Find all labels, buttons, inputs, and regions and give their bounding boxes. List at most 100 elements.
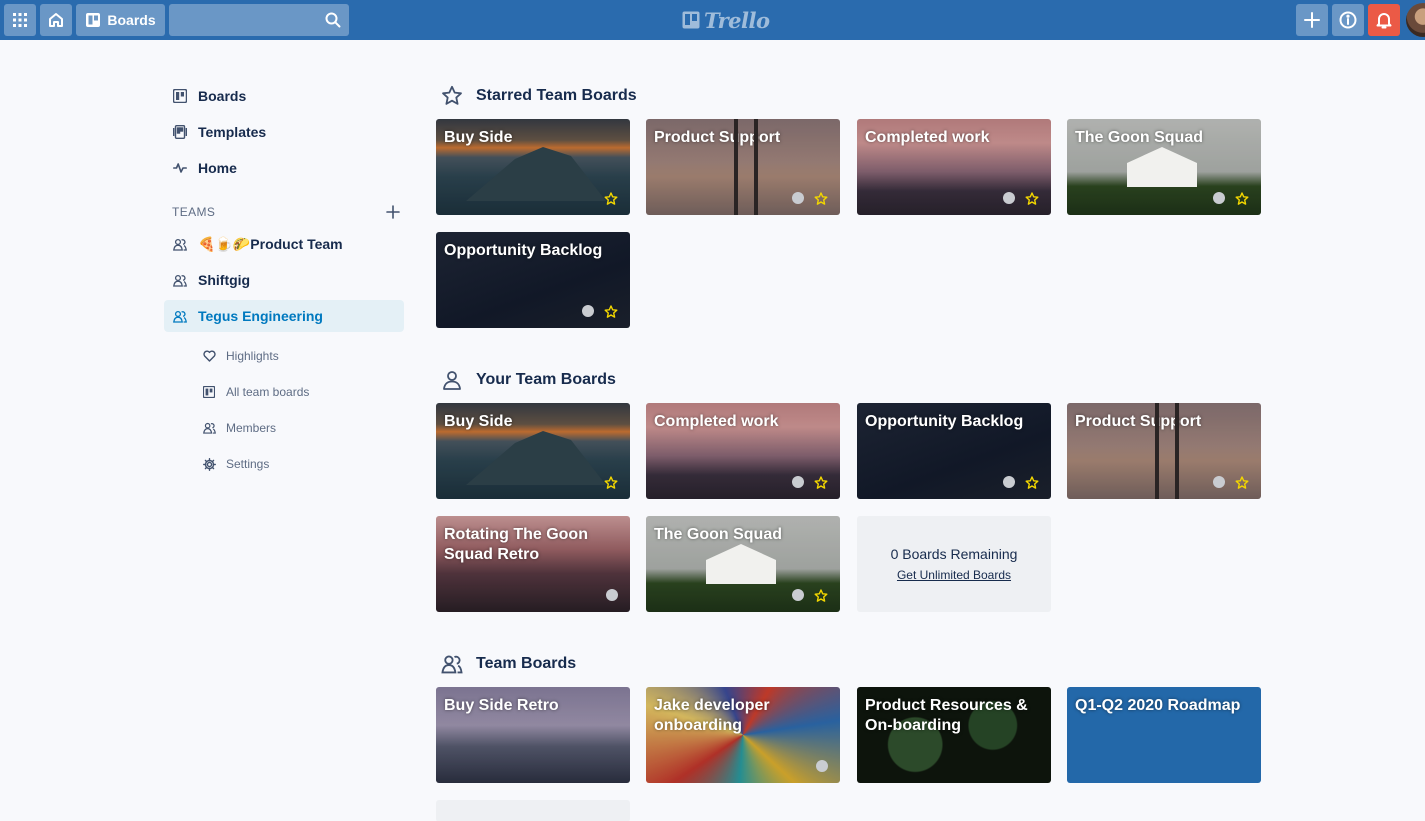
section-title: Starred Team Boards [476,87,637,104]
apps-icon [13,13,27,27]
star-filled-icon[interactable] [1025,192,1039,206]
board-tile-title: The Goon Squad [1075,129,1203,146]
board-status-dot [792,192,804,204]
get-unlimited-boards-link[interactable]: Get Unlimited Boards [897,568,1011,582]
board-tile[interactable]: Jake developer onboarding [646,687,840,783]
board-tile[interactable]: The Goon Squad [646,516,840,612]
info-icon [1339,11,1357,29]
team-boards-heading: Team Boards [440,652,576,676]
board-tile[interactable]: Opportunity Backlog [436,232,630,328]
board-tile-title: Jake developer onboarding [654,697,770,734]
sidebar-team-label: 🍕🍺🌮Product Team [198,235,343,252]
sidebar-team-product-team[interactable]: 🍕🍺🌮Product Team [164,228,404,260]
boards-button[interactable]: Boards [76,4,165,36]
search-input[interactable] [169,4,349,36]
board-tile[interactable]: Rotating The Goon Squad Retro [436,516,630,612]
create-board-tile[interactable] [436,800,630,821]
add-team-plus-icon[interactable] [385,204,401,220]
info-button[interactable] [1332,4,1364,36]
board-tile-title: Rotating The Goon Squad Retro [444,526,588,563]
apps-button[interactable] [4,4,36,36]
team-icon [440,652,464,676]
board-status-dot [792,476,804,488]
sidebar-team-label: Tegus Engineering [198,308,323,324]
your-boards-heading: Your Team Boards [440,368,616,392]
star-filled-icon[interactable] [604,476,618,490]
home-button[interactable] [40,4,72,36]
sidebar-team-shiftgig[interactable]: Shiftgig [164,264,404,296]
sidebar-item-label: Templates [198,124,267,140]
sidebar-item-templates[interactable]: Templates [164,116,404,148]
sidebar-team-label: Shiftgig [198,272,251,288]
star-filled-icon[interactable] [1025,476,1039,490]
plus-icon [1304,12,1320,28]
boards-remaining-tile: 0 Boards Remaining Get Unlimited Boards [857,516,1051,612]
board-tile-title: Product Support [654,129,781,146]
star-filled-icon[interactable] [814,192,828,206]
board-tile-title: Q1-Q2 2020 Roadmap [1075,697,1241,714]
star-filled-icon[interactable] [604,305,618,319]
board-tile[interactable]: Opportunity Backlog [857,403,1051,499]
star-filled-icon[interactable] [1235,192,1249,206]
board-tile[interactable]: Completed work [646,403,840,499]
avatar[interactable] [1406,3,1425,37]
star-filled-icon[interactable] [604,192,618,206]
person-icon [440,368,464,392]
create-button[interactable] [1296,4,1328,36]
board-tile[interactable]: Completed work [857,119,1051,215]
board-tile-title: Product Resources & On-boarding [865,697,1028,734]
star-filled-icon[interactable] [814,589,828,603]
star-filled-icon[interactable] [814,476,828,490]
boards-button-label: Boards [107,12,156,28]
team-icon [172,308,188,324]
notifications-button[interactable] [1368,4,1400,36]
team-icon [172,236,188,252]
boards-icon [202,385,216,399]
board-tile-title: Opportunity Backlog [444,242,603,259]
sidebar-item-boards[interactable]: Boards [164,80,404,112]
sidebar-item-label: Boards [198,88,247,104]
star-filled-icon[interactable] [1235,476,1249,490]
sidebar-item-home[interactable]: Home [164,152,404,184]
home-icon [49,13,63,27]
board-tile[interactable]: Product Support [646,119,840,215]
bell-icon [1376,13,1392,29]
members-icon [202,421,216,435]
team-nav-settings[interactable]: Settings [196,450,396,478]
board-tile[interactable]: Product Support [1067,403,1261,499]
board-tile[interactable]: Q1-Q2 2020 Roadmap [1067,687,1261,783]
board-status-dot [792,589,804,601]
boards-icon [86,13,101,27]
team-nav-label: Highlights [226,349,279,363]
board-status-dot [582,305,594,317]
templates-icon [172,124,188,140]
gear-icon [202,457,216,471]
search-icon[interactable] [325,12,341,28]
star-outline-icon [440,84,464,108]
board-tile[interactable]: Product Resources & On-boarding [857,687,1051,783]
board-tile[interactable]: Buy Side Retro [436,687,630,783]
sidebar-item-label: Home [198,160,237,176]
team-nav-highlights[interactable]: Highlights [196,342,396,370]
board-tile-title: Product Support [1075,413,1202,430]
trello-logo-text: Trello [704,7,770,33]
team-nav-members[interactable]: Members [196,414,396,442]
team-nav-all-team-boards[interactable]: All team boards [196,378,396,406]
section-title: Team Boards [476,655,577,672]
board-tile-title: Buy Side [444,129,513,146]
board-status-dot [606,589,618,601]
team-nav-label: All team boards [226,385,310,399]
board-status-dot [1003,192,1015,204]
sidebar-team-tegus-engineering[interactable]: Tegus Engineering [164,300,404,332]
board-tile[interactable]: Buy Side [436,403,630,499]
teams-heading: TEAMS [172,205,216,219]
trello-logo-icon [682,11,700,29]
board-tile[interactable]: The Goon Squad [1067,119,1261,215]
top-bar: Boards Trello [0,0,1425,40]
board-tile[interactable]: Buy Side [436,119,630,215]
board-tile-title: Buy Side Retro [444,697,559,714]
board-status-dot [1213,476,1225,488]
boards-remaining-text: 0 Boards Remaining [890,546,1018,562]
trello-logo[interactable]: Trello [682,7,770,33]
team-icon [172,272,188,288]
